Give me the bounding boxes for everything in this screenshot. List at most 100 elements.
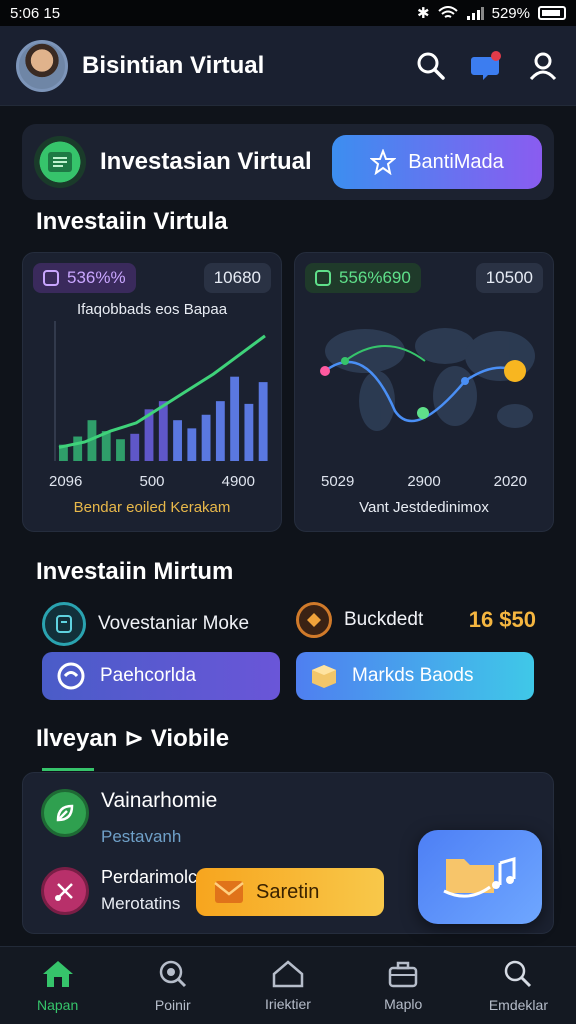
stat-pill-right: 10500 <box>475 263 543 293</box>
house-outline-icon <box>272 959 304 987</box>
scissors-icon <box>41 867 89 915</box>
box-icon <box>312 665 336 688</box>
secondary-action-label: Markds Baods <box>352 665 474 686</box>
nav-item-market[interactable]: Iriektier <box>230 947 345 1024</box>
avatar[interactable] <box>16 39 68 92</box>
x-tick-label: 5029 <box>321 473 355 490</box>
chart-title: Ifaqobbads eos Bapaa <box>76 301 228 318</box>
x-tick-label: 500 <box>139 473 165 490</box>
status-bar: 5:​06 15 ✱ 529% <box>0 0 576 26</box>
stat-value: 556%690 <box>339 268 411 287</box>
map-caption: Vant Jestdedinimox <box>359 499 489 516</box>
floating-action-button[interactable] <box>418 830 542 924</box>
chart-card-left[interactable]: 536%% 10680 Ifaqobbads eos Bapaa 2096 50… <box>22 252 282 532</box>
stat-pill-right: 10680 <box>203 263 271 293</box>
chart-bar <box>158 401 168 461</box>
nav-label: Iriektier <box>265 995 311 1012</box>
chart-bar <box>73 436 83 461</box>
chart-bar <box>201 414 211 461</box>
list-item-subtitle: Merotatins <box>101 894 181 913</box>
search-icon <box>417 52 445 80</box>
user-icon <box>529 52 557 80</box>
app-title: Bisintian Virtual <box>82 51 265 79</box>
section-title-2: Investaiin Mirtum <box>36 558 234 585</box>
battery-percent: 529% <box>491 4 530 22</box>
x-tick-label: 4900 <box>221 473 255 490</box>
stat-value: 536%% <box>67 268 126 287</box>
item-left[interactable]: Vovestaniar Moke <box>42 602 249 646</box>
chart-bar <box>116 439 125 461</box>
secondary-action-button[interactable]: Markds Baods <box>296 652 534 700</box>
bottom-navigation: Napan Poinir Iriektier Maplo Emdeklar <box>0 946 576 1024</box>
wifi-icon <box>437 6 458 18</box>
nav-label: Poinir <box>154 996 191 1013</box>
search-button[interactable] <box>414 49 448 83</box>
home-icon <box>42 960 73 987</box>
hero-action-button[interactable]: BantiMada <box>332 135 542 189</box>
envelope-icon <box>214 881 244 903</box>
nav-item-home[interactable]: Napan <box>0 947 115 1024</box>
item-right-label: Buckdedt <box>344 609 424 630</box>
chart-caption: Bendar eoiled Kerakam <box>73 499 231 516</box>
save-button[interactable]: Saretin <box>196 868 384 916</box>
nav-item-search[interactable]: Emdeklar <box>461 947 576 1024</box>
stat-pill-left: 556%690 <box>305 263 421 293</box>
messages-button[interactable] <box>470 49 504 83</box>
chart-x-axis: 2096 500 4900 <box>23 473 281 490</box>
search-icon <box>505 960 532 987</box>
chart-bar <box>130 433 140 461</box>
chat-notification-icon <box>471 50 501 80</box>
nav-item-maplo[interactable]: Maplo <box>346 947 461 1024</box>
map-card-right[interactable]: 556%690 10500 5029 2900 2020 Vant Jestde… <box>294 252 554 532</box>
section-title-3: Ilveyan ⊳ Viobile <box>36 725 230 752</box>
nav-item-points[interactable]: Poinir <box>115 947 230 1024</box>
list-item-title: Vainarhomie <box>101 789 218 812</box>
shield-icon <box>42 602 86 646</box>
app-bar: Bisintian Virtual <box>0 26 576 106</box>
x-tick-label: 2020 <box>493 473 527 490</box>
item-right-value: 16 $50 <box>468 607 536 632</box>
section-underline <box>42 768 94 771</box>
stat-pill-left: 536%% <box>33 263 136 293</box>
signal-icon <box>466 7 484 20</box>
search-magnify-icon <box>159 960 186 987</box>
nav-label: Maplo <box>384 995 423 1012</box>
chart-bar <box>187 428 197 461</box>
status-icons: ✱ 529% <box>417 4 566 22</box>
briefcase-icon <box>388 961 418 987</box>
profile-button[interactable] <box>526 49 560 83</box>
chart-bar <box>258 382 268 461</box>
world-map <box>320 328 535 431</box>
link-icon <box>57 662 85 690</box>
battery-icon <box>538 6 566 20</box>
list-item[interactable]: Perdarimolc Merotatins <box>41 867 197 915</box>
chart-bar <box>244 403 254 461</box>
percent-icon <box>43 270 59 286</box>
x-tick-label: 2900 <box>407 473 441 490</box>
map-x-axis: 5029 2900 2020 <box>295 473 553 490</box>
hero-title: Investasian Virtual <box>100 148 312 175</box>
item-right[interactable]: Buckdedt 16 $50 <box>296 602 536 638</box>
primary-action-button[interactable]: Paehcorlda <box>42 652 280 700</box>
status-time: 5:​06 15 <box>10 4 61 22</box>
percent-icon <box>315 270 331 286</box>
bluetooth-icon: ✱ <box>417 5 430 22</box>
leaf-icon <box>41 789 89 837</box>
item-left-label: Vovestaniar Moke <box>98 613 250 634</box>
save-button-label: Saretin <box>256 880 320 903</box>
hero-banner: Investasian Virtual BantiMada <box>22 124 554 200</box>
music-folder-icon <box>443 857 516 898</box>
chart-bar <box>173 420 182 461</box>
coin-icon <box>296 602 332 638</box>
section-title-1: Investaiin Virtula <box>36 208 228 235</box>
document-icon <box>34 136 86 188</box>
x-tick-label: 2096 <box>49 473 83 490</box>
bar-chart <box>54 321 268 461</box>
star-icon <box>370 149 397 175</box>
list-item-title: Perdarimolc <box>101 867 198 887</box>
hero-button-label: BantiMada <box>408 150 504 173</box>
main-content: Investasian Virtual BantiMada Investaiin… <box>0 106 576 946</box>
primary-action-label: Paehcorlda <box>100 665 197 686</box>
nav-label: Emdeklar <box>488 996 548 1013</box>
list-item[interactable]: Vainarhomie Pestavanh <box>41 789 217 847</box>
